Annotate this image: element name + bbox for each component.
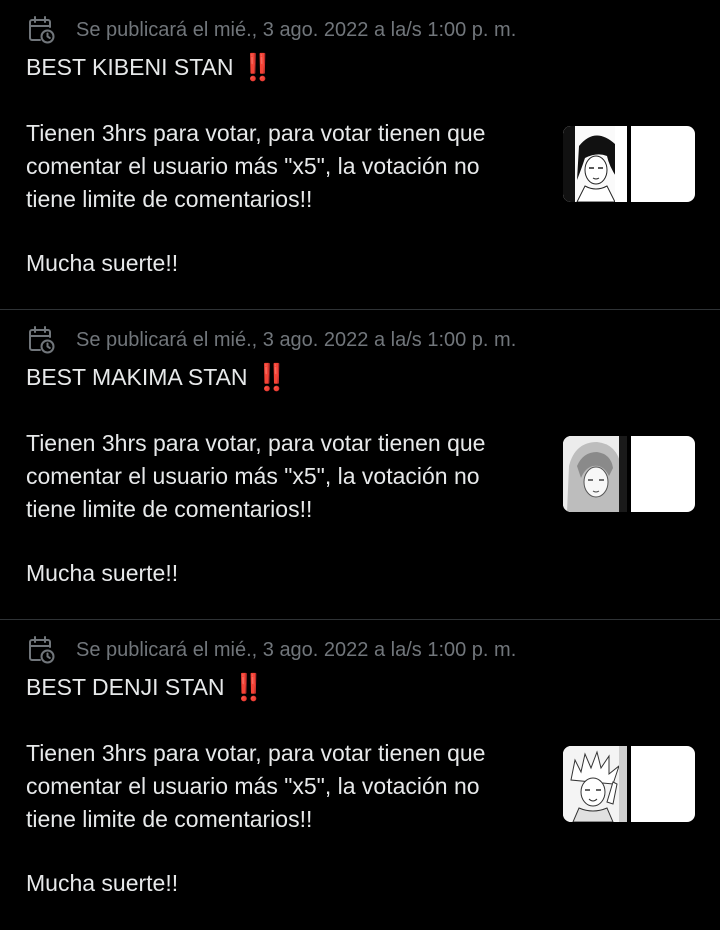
tweet-closing: Mucha suerte!!: [26, 250, 179, 276]
calendar-clock-icon: [29, 16, 55, 44]
tweet-title-text: BEST KIBENI STAN: [26, 54, 234, 80]
schedule-text: Se publicará el mié., 3 ago. 2022 a la/s…: [76, 638, 517, 661]
tweet-media[interactable]: [563, 436, 695, 512]
media-thumbnail-blank[interactable]: [631, 746, 695, 822]
schedule-row: Se publicará el mié., 3 ago. 2022 a la/s…: [26, 634, 516, 666]
double-exclamation-emoji: ‼️: [255, 362, 288, 392]
schedule-row: Se publicará el mié., 3 ago. 2022 a la/s…: [26, 14, 516, 46]
tweet-body: Tienen 3hrs para votar, para votar tiene…: [26, 430, 486, 522]
tweet-media[interactable]: [563, 746, 695, 822]
media-thumbnail[interactable]: [563, 746, 627, 822]
scheduled-tweet[interactable]: Se publicará el mié., 3 ago. 2022 a la/s…: [0, 310, 720, 620]
schedule-text: Se publicará el mié., 3 ago. 2022 a la/s…: [76, 328, 517, 351]
media-thumbnail[interactable]: [563, 126, 627, 202]
tweet-closing: Mucha suerte!!: [26, 870, 179, 896]
double-exclamation-emoji: ‼️: [232, 672, 265, 702]
media-thumbnail[interactable]: [563, 436, 627, 512]
tweet-body: Tienen 3hrs para votar, para votar tiene…: [26, 120, 486, 212]
tweet-media[interactable]: [563, 126, 695, 202]
tweet-title-text: BEST DENJI STAN: [26, 674, 225, 700]
schedule-text: Se publicará el mié., 3 ago. 2022 a la/s…: [76, 18, 517, 41]
calendar-clock-icon: [29, 326, 55, 354]
tweet-title-text: BEST MAKIMA STAN: [26, 364, 248, 390]
schedule-row: Se publicará el mié., 3 ago. 2022 a la/s…: [26, 324, 516, 356]
double-exclamation-emoji: ‼️: [241, 52, 273, 82]
tweet-title: BEST KIBENI STAN ‼️: [26, 52, 274, 83]
scheduled-tweet[interactable]: Se publicará el mié., 3 ago. 2022 a la/s…: [0, 620, 720, 930]
media-thumbnail-blank[interactable]: [631, 436, 695, 512]
scheduled-tweet[interactable]: Se publicará el mié., 3 ago. 2022 a la/s…: [0, 0, 720, 310]
tweet-title: BEST DENJI STAN ‼️: [26, 672, 265, 703]
tweet-body: Tienen 3hrs para votar, para votar tiene…: [26, 740, 486, 832]
tweet-title: BEST MAKIMA STAN ‼️: [26, 362, 288, 393]
calendar-clock-icon: [29, 636, 55, 664]
media-thumbnail-blank[interactable]: [631, 126, 695, 202]
scheduled-tweets-list: Se publicará el mié., 3 ago. 2022 a la/s…: [0, 0, 720, 930]
tweet-closing: Mucha suerte!!: [26, 560, 179, 586]
